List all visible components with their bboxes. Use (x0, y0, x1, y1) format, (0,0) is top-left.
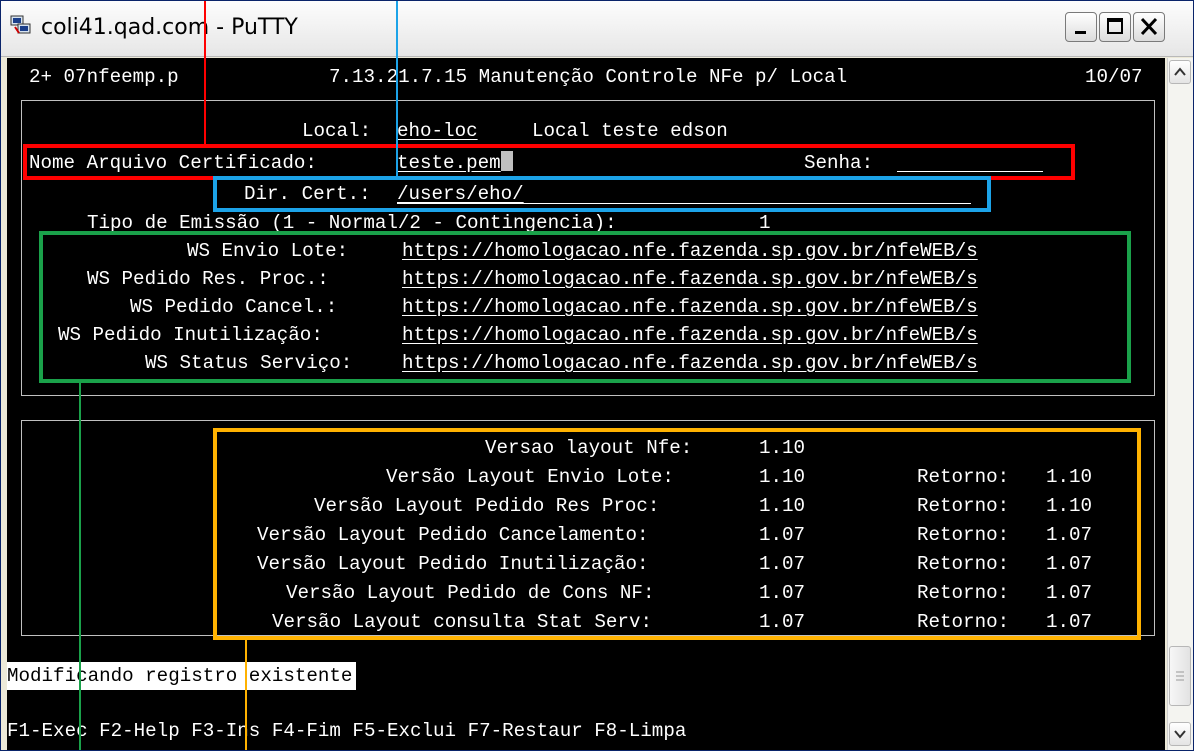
maximize-button[interactable] (1099, 12, 1131, 42)
annotation-red-box (23, 144, 1075, 180)
scroll-up-button[interactable] (1169, 60, 1191, 84)
arrow-down-icon (1174, 730, 1186, 739)
annotation-blue-box (213, 176, 991, 212)
annotation-orange-box (213, 428, 1141, 640)
title-bar[interactable]: coli41.qad.com - PuTTY (1, 1, 1193, 57)
putty-window: coli41.qad.com - PuTTY 2+ 07nfeemp.p 7.1… (0, 0, 1194, 751)
annotation-red-pointer (204, 1, 206, 148)
minimize-button[interactable] (1065, 12, 1097, 42)
annotation-orange-pointer (245, 640, 247, 750)
vertical-scrollbar[interactable] (1167, 58, 1193, 750)
scroll-thumb[interactable] (1169, 646, 1191, 706)
status-message: Modificando registro existente (7, 662, 357, 690)
arrow-up-icon (1174, 67, 1186, 76)
annotation-green-pointer (79, 383, 81, 750)
close-icon (1140, 17, 1158, 36)
close-button[interactable] (1133, 12, 1165, 42)
scroll-down-button[interactable] (1169, 722, 1191, 746)
header-date: 10/07 (1085, 66, 1143, 88)
minimize-icon (1075, 31, 1086, 34)
terminal-screen[interactable]: 2+ 07nfeemp.p 7.13.21.7.15 Manutenção Co… (7, 58, 1165, 750)
menu-title: 7.13.21.7.15 Manutenção Controle NFe p/ … (329, 66, 848, 88)
local-label: Local: (302, 120, 372, 142)
local-code[interactable]: eho-loc (397, 118, 478, 144)
program-name: 2+ 07nfeemp.p (29, 66, 179, 88)
putty-app-icon (10, 15, 31, 34)
function-keys-bar[interactable]: F1-Exec F2-Help F3-Ins F4-Fim F5-Exclui … (7, 718, 686, 744)
annotation-blue-pointer (396, 1, 398, 180)
annotation-green-box (39, 231, 1131, 383)
maximize-icon (1107, 18, 1123, 34)
window-title: coli41.qad.com - PuTTY (41, 15, 298, 40)
local-desc: Local teste edson (532, 120, 728, 142)
grip-icon (1176, 671, 1184, 681)
